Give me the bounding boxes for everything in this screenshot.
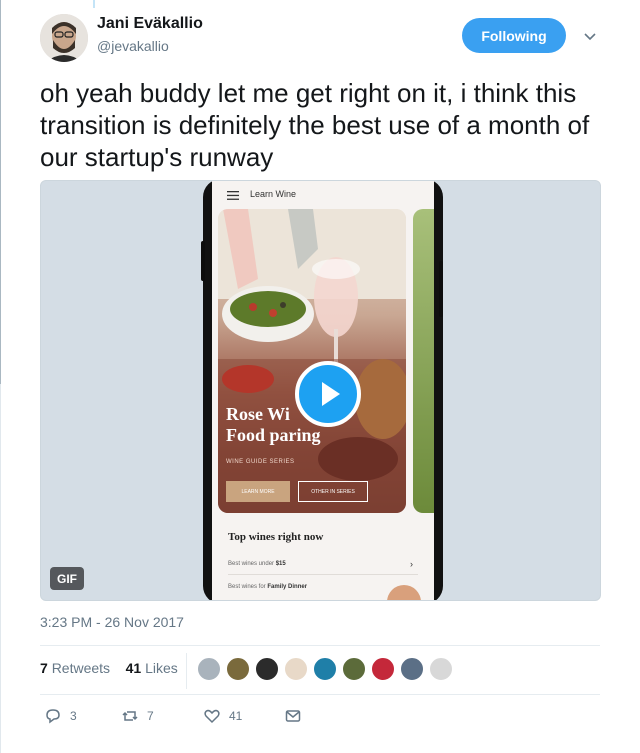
stats-divider: [186, 653, 187, 689]
timeline-rule: [0, 0, 1, 384]
heart-icon: [204, 709, 220, 724]
play-button[interactable]: [295, 361, 361, 427]
tweet-media[interactable]: Learn Wine Rose Wi Food paring WINE GUID…: [40, 180, 601, 601]
likes-label: Likes: [145, 660, 178, 676]
play-icon: [322, 382, 340, 406]
liker-avatar[interactable]: [196, 656, 222, 682]
app-title: Learn Wine: [250, 189, 297, 199]
list-item-emphasis: $15: [275, 561, 286, 567]
next-card: [413, 209, 434, 513]
following-button[interactable]: Following: [462, 18, 566, 53]
list-item: Best wines under $15 ›: [228, 559, 418, 569]
reply-icon: [46, 709, 60, 724]
card-subtitle: WINE GUIDE SERIES: [226, 459, 295, 465]
likes-count: 41: [125, 660, 142, 676]
learn-more-button: LEARN MORE: [226, 481, 290, 502]
envelope-icon: [285, 710, 301, 722]
retweet-action[interactable]: 7: [121, 706, 154, 726]
phone-side-button: [201, 241, 205, 281]
tweet-text: oh yeah buddy let me get right on it, i …: [40, 78, 590, 172]
reply-count: 3: [70, 709, 77, 723]
retweets-stat[interactable]: 7 Retweets: [40, 660, 110, 676]
divider: [40, 694, 600, 695]
liker-avatar[interactable]: [399, 656, 425, 682]
retweets-count: 7: [40, 660, 48, 676]
card-title-line: Food paring: [226, 425, 321, 445]
likes-stat[interactable]: 41 Likes: [126, 660, 178, 676]
liker-avatar[interactable]: [225, 656, 251, 682]
liker-avatar[interactable]: [312, 656, 338, 682]
list-item-text: Best wines under: [228, 561, 276, 567]
retweet-count: 7: [147, 709, 154, 723]
retweet-icon: [122, 711, 138, 721]
section-title: Top wines right now: [228, 531, 324, 543]
liker-avatar[interactable]: [370, 656, 396, 682]
list-item-text: Best wines for: [228, 584, 268, 590]
author-avatar[interactable]: [40, 14, 88, 62]
list-item: Best wines for Family Dinner: [228, 584, 418, 590]
author-name[interactable]: Jani Eväkallio: [97, 15, 203, 33]
direct-message-action[interactable]: [284, 706, 310, 726]
chevron-down-icon[interactable]: [582, 28, 598, 44]
like-action[interactable]: 41: [203, 706, 242, 726]
retweets-label: Retweets: [51, 660, 111, 676]
wine-photo: [218, 209, 406, 513]
reply-action[interactable]: 3: [44, 706, 77, 726]
liker-avatar[interactable]: [341, 656, 367, 682]
divider: [228, 574, 418, 575]
liker-avatar[interactable]: [428, 656, 454, 682]
app-bar: Learn Wine: [212, 181, 434, 209]
like-count: 41: [229, 709, 243, 723]
tweet-timestamp[interactable]: 3:23 PM - 26 Nov 2017: [40, 614, 184, 630]
gif-badge: GIF: [50, 567, 84, 590]
author-handle[interactable]: @jevakallio: [97, 38, 169, 54]
thread-connector: [93, 0, 95, 8]
chevron-right-icon: ›: [410, 559, 413, 569]
list-item-emphasis: Family Dinner: [267, 584, 308, 590]
wine-card: Rose Wi Food paring WINE GUIDE SERIES LE…: [218, 209, 406, 513]
liker-avatar[interactable]: [283, 656, 309, 682]
divider: [40, 645, 600, 646]
liker-avatar[interactable]: [254, 656, 280, 682]
timeline-rule-lower: [0, 384, 1, 753]
phone-side-button: [439, 261, 443, 317]
menu-icon: [227, 191, 239, 200]
tweet-stats: 7 Retweets 41 Likes: [40, 660, 178, 676]
other-in-series-button: OTHER IN SERIES: [298, 481, 368, 502]
